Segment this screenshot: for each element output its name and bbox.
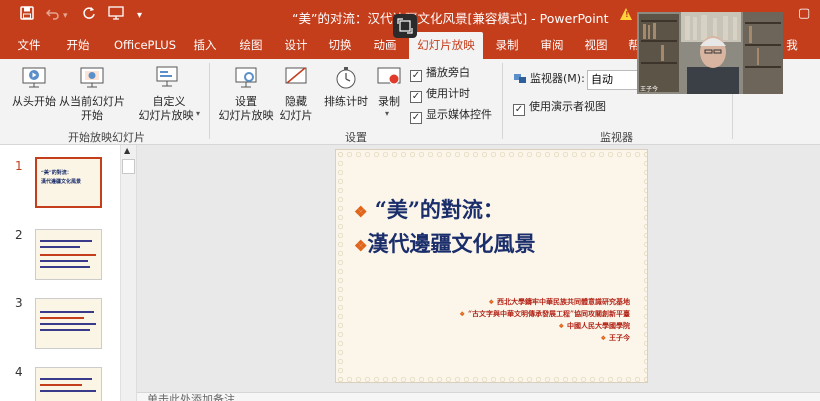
group-divider: [209, 63, 210, 139]
tab-record[interactable]: 录制: [489, 32, 525, 59]
window-title: “美”的对流：汉代边疆文化风景[兼容模式] - PowerPoint: [292, 11, 609, 26]
custom-slideshow-line2[interactable]: 幻灯片放映: [133, 109, 199, 123]
use-timings-checkbox[interactable]: ✓ 使用计时: [410, 87, 470, 103]
diamond-bullet-icon: ❖: [558, 323, 564, 330]
monitor-label: 监视器(M):: [530, 72, 585, 85]
diamond-bullet-icon: ❖: [488, 299, 494, 306]
scrollbar-thumb[interactable]: [122, 159, 135, 174]
checkmark-icon[interactable]: ✓: [410, 70, 422, 82]
custom-slideshow-icon[interactable]: [154, 65, 180, 95]
tab-review[interactable]: 审阅: [534, 32, 570, 59]
setup-slideshow-line2[interactable]: 幻灯片放映: [217, 109, 275, 123]
tab-officeplus[interactable]: OfficePLUS: [106, 32, 184, 59]
show-media-controls-checkbox[interactable]: ✓ 显示媒体控件: [410, 108, 492, 124]
slide-thumbnail-panel: 1 “美”的對流： 漢代邊疆文化風景 2 3 4: [0, 145, 137, 401]
chevron-down-icon[interactable]: ▾: [196, 109, 200, 118]
hide-slide-line2[interactable]: 幻灯片: [274, 109, 318, 123]
slide-thumbnail-3[interactable]: [35, 298, 102, 349]
from-current-slide-line1[interactable]: 从当前幻灯片: [57, 95, 127, 109]
notes-placeholder: 单击此处添加备注: [147, 393, 235, 401]
diamond-bullet-icon: ❖: [354, 203, 368, 221]
slide-title-line1: ❖ “美”的對流：: [354, 197, 504, 222]
rehearse-timings-button[interactable]: 排练计时: [321, 95, 371, 109]
webcam-name-tag: 王子今: [640, 86, 659, 93]
tab-insert[interactable]: 插入: [186, 32, 224, 59]
checkmark-icon[interactable]: ✓: [513, 104, 525, 116]
credit-line-4: ❖ 王子今: [600, 333, 630, 342]
tab-draw[interactable]: 绘图: [232, 32, 270, 59]
rehearse-timings-icon[interactable]: [333, 65, 359, 95]
repeat-icon[interactable]: [82, 6, 96, 26]
custom-slideshow-line1[interactable]: 自定义: [136, 95, 202, 109]
from-beginning-icon[interactable]: [21, 65, 47, 95]
monitor-icon: [513, 71, 527, 90]
tab-file[interactable]: 文件: [10, 32, 48, 59]
undo-icon[interactable]: [45, 6, 60, 26]
webcam-video: 王子今: [637, 12, 783, 94]
save-icon[interactable]: [20, 6, 34, 26]
tab-tell-me[interactable]: 我: [782, 32, 802, 59]
scroll-up-icon[interactable]: ▲: [124, 146, 130, 155]
from-current-slide-icon[interactable]: [79, 65, 105, 95]
monitor-group-label: 监视器: [600, 131, 633, 144]
tab-design[interactable]: 设计: [278, 32, 314, 59]
current-slide[interactable]: ❖ “美”的對流： ❖漢代邊疆文化風景 ❖ 西北大學鑄牢中華民族共同體意識研究基地…: [335, 149, 648, 383]
checkmark-icon[interactable]: ✓: [410, 112, 422, 124]
slide-number: 1: [15, 159, 23, 173]
slide-number: 2: [15, 228, 23, 242]
webcam-frame-image: [637, 12, 783, 94]
hide-slide-line1[interactable]: 隐藏: [274, 95, 318, 109]
credit-line-2: ❖ “古文字與中華文明傳承發展工程”協同攻關創新平臺: [459, 309, 630, 318]
slide-number: 3: [15, 296, 23, 310]
powerpoint-window: ▾ ▾ “美”的对流：汉代边疆文化风景[兼容模式] - PowerPoint !…: [0, 0, 820, 401]
screen-share-icon[interactable]: [393, 14, 417, 38]
credit-line-3: ❖ 中國人民大學國學院: [558, 321, 630, 330]
slide-thumbnail-4[interactable]: [35, 367, 102, 401]
slide-title-line2: ❖漢代邊疆文化風景: [354, 231, 536, 256]
setup-group-label: 设置: [345, 131, 367, 144]
tab-transitions[interactable]: 切换: [322, 32, 358, 59]
from-beginning-button[interactable]: 从头开始: [10, 95, 58, 109]
use-timings-label: 使用计时: [426, 87, 470, 100]
presenter-view-checkbox[interactable]: ✓ 使用演示者视图: [513, 100, 606, 116]
play-narrations-label: 播放旁白: [426, 66, 470, 79]
monitor-select[interactable]: 自动: [587, 70, 639, 90]
setup-slideshow-icon[interactable]: [233, 65, 259, 95]
window-control-icon[interactable]: ▢: [798, 6, 810, 21]
record-button[interactable]: 录制: [370, 95, 408, 109]
diamond-bullet-icon: ❖: [459, 311, 465, 318]
notes-pane[interactable]: 单击此处添加备注: [137, 392, 820, 401]
credit-line-1: ❖ 西北大學鑄牢中華民族共同體意識研究基地: [488, 297, 630, 306]
presenter-view-label: 使用演示者视图: [529, 100, 606, 113]
tab-view[interactable]: 视图: [578, 32, 614, 59]
start-group-label: 开始放映幻灯片: [68, 131, 145, 144]
play-narrations-checkbox[interactable]: ✓ 播放旁白: [410, 66, 470, 82]
hide-slide-icon[interactable]: [283, 65, 309, 95]
slide-thumbnail-2[interactable]: [35, 229, 102, 280]
setup-slideshow-line1[interactable]: 设置: [222, 95, 270, 109]
warning-mark: !: [625, 10, 629, 19]
thumbnail-scrollbar[interactable]: ▲: [120, 145, 136, 401]
record-icon[interactable]: [376, 65, 402, 95]
tab-home[interactable]: 开始: [58, 32, 98, 59]
checkmark-icon[interactable]: ✓: [410, 91, 422, 103]
slide-thumbnail-1[interactable]: “美”的對流： 漢代邊疆文化風景: [35, 157, 102, 208]
slideshow-from-start-icon[interactable]: [108, 6, 124, 26]
customize-qat-icon[interactable]: ▾: [137, 6, 142, 26]
undo-dropdown-icon[interactable]: ▾: [63, 6, 68, 26]
slide-number: 4: [15, 365, 23, 379]
show-media-controls-label: 显示媒体控件: [426, 108, 492, 121]
from-current-slide-line2[interactable]: 开始: [57, 109, 127, 123]
thumb-title-line1: “美”的對流：: [41, 170, 72, 176]
diamond-bullet-icon: ❖: [600, 335, 606, 342]
slide-background-pattern: [336, 150, 647, 382]
diamond-bullet-icon: ❖: [354, 237, 368, 255]
chevron-down-icon[interactable]: ▾: [385, 109, 389, 118]
tab-slideshow[interactable]: 幻灯片放映: [409, 32, 483, 59]
thumb-title-line2: 漢代邊疆文化風景: [41, 179, 82, 185]
group-divider: [502, 63, 503, 139]
